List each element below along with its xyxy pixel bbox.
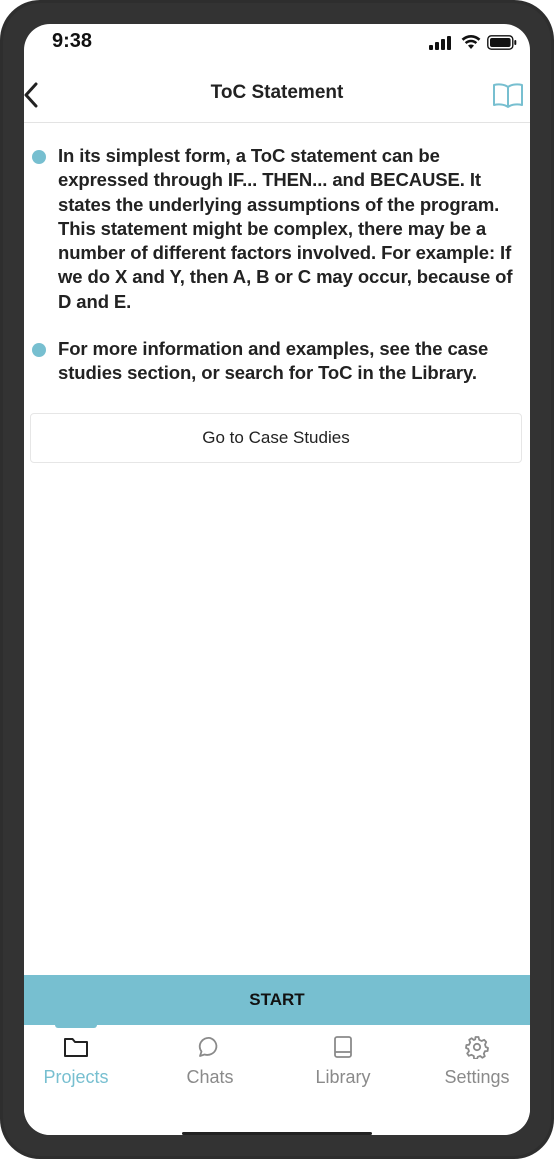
home-indicator bbox=[182, 1132, 372, 1135]
active-tab-indicator bbox=[55, 1025, 97, 1028]
bullet-dot-icon bbox=[32, 343, 46, 358]
screen: 9:38 ToC Statement In its simplest form,… bbox=[24, 24, 530, 1135]
page-title: ToC Statement bbox=[210, 82, 344, 103]
start-button[interactable]: START bbox=[24, 975, 530, 1025]
battery-icon bbox=[487, 35, 517, 50]
gear-icon bbox=[465, 1036, 489, 1059]
library-book-icon[interactable] bbox=[492, 81, 524, 109]
status-bar: 9:38 bbox=[24, 24, 530, 64]
bullet-text: For more information and examples, see t… bbox=[58, 338, 489, 384]
signal-icon bbox=[429, 36, 451, 50]
navigation-bar: ToC Statement bbox=[24, 72, 530, 123]
tab-library[interactable]: Library bbox=[283, 1035, 403, 1088]
tab-label: Projects bbox=[43, 1067, 109, 1087]
tab-bar: Projects Chats Library Settings bbox=[24, 1025, 530, 1135]
go-to-case-studies-button[interactable]: Go to Case Studies bbox=[30, 413, 522, 463]
device-frame: 9:38 ToC Statement In its simplest form,… bbox=[0, 0, 554, 1159]
list-item: For more information and examples, see t… bbox=[30, 337, 520, 386]
wifi-icon bbox=[461, 34, 481, 49]
tab-settings[interactable]: Settings bbox=[417, 1035, 530, 1088]
list-item: In its simplest form, a ToC statement ca… bbox=[30, 144, 520, 314]
tab-label: Library bbox=[315, 1067, 371, 1087]
bullet-text: In its simplest form, a ToC statement ca… bbox=[58, 145, 513, 312]
tab-chats[interactable]: Chats bbox=[150, 1035, 270, 1088]
status-time: 9:38 bbox=[52, 30, 93, 52]
tab-label: Settings bbox=[444, 1067, 510, 1087]
toc-info-list: In its simplest form, a ToC statement ca… bbox=[30, 144, 520, 409]
tab-label: Chats bbox=[186, 1067, 234, 1087]
chat-bubble-icon bbox=[198, 1037, 218, 1057]
folder-icon bbox=[64, 1038, 88, 1057]
bullet-dot-icon bbox=[32, 150, 46, 164]
book-icon bbox=[334, 1036, 352, 1058]
tab-projects[interactable]: Projects bbox=[24, 1035, 136, 1088]
